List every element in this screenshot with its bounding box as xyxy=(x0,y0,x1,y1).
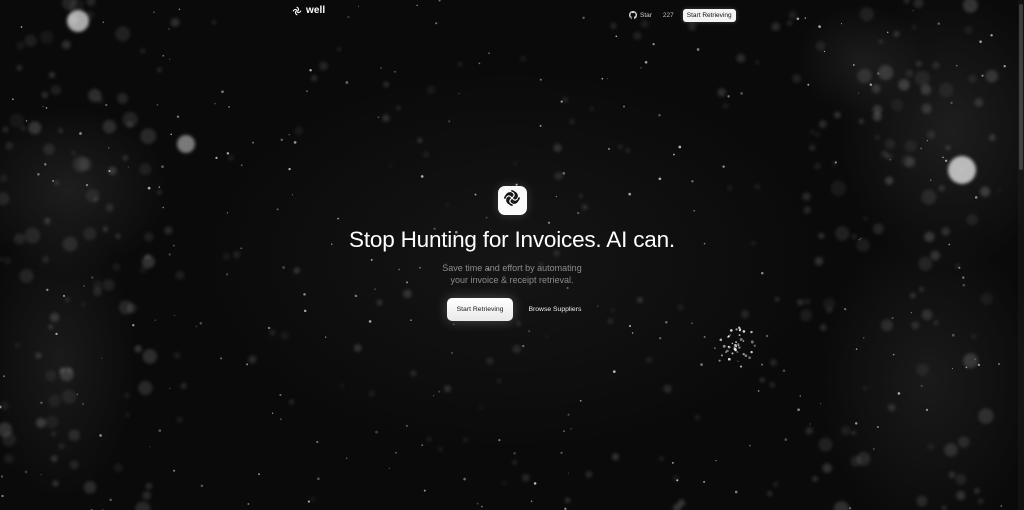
spiral-logo-icon xyxy=(292,6,302,16)
spiral-logo-icon xyxy=(503,189,521,212)
scrollbar-thumb[interactable] xyxy=(1019,4,1023,170)
browse-suppliers-button[interactable]: Browse Suppliers xyxy=(528,298,581,321)
github-icon xyxy=(629,6,638,24)
brand-name: well xyxy=(306,5,326,16)
hero-subtext-line-1: Save time and effort by automating xyxy=(442,263,582,273)
hero-subtext-line-2: your invoice & receipt retrieval. xyxy=(450,275,574,285)
github-star-link[interactable]: Star 227 xyxy=(629,6,674,24)
brand-home-link[interactable]: well xyxy=(292,5,325,16)
start-retrieving-button[interactable]: Start Retrieving xyxy=(446,298,514,321)
nav-start-retrieving-button[interactable]: Start Retrieving xyxy=(682,8,736,22)
hero-cta-row: Start Retrieving Browse Suppliers xyxy=(0,298,1024,321)
star-label: Star xyxy=(640,11,652,19)
top-nav: well Star 227 Start Retrieving xyxy=(0,0,1024,26)
hero-subtext: Save time and effort by automating your … xyxy=(402,262,622,286)
nav-actions: Star 227 Start Retrieving xyxy=(629,6,736,24)
landing-page: well Star 227 Start Retrieving Stop Hunt… xyxy=(0,0,1024,510)
page-scrollbar[interactable] xyxy=(1018,0,1024,510)
star-count: 227 xyxy=(662,11,674,19)
hero-section: Stop Hunting for Invoices. AI can. Save … xyxy=(0,186,1024,321)
hero-headline: Stop Hunting for Invoices. AI can. xyxy=(349,227,675,252)
app-logo xyxy=(497,186,527,215)
